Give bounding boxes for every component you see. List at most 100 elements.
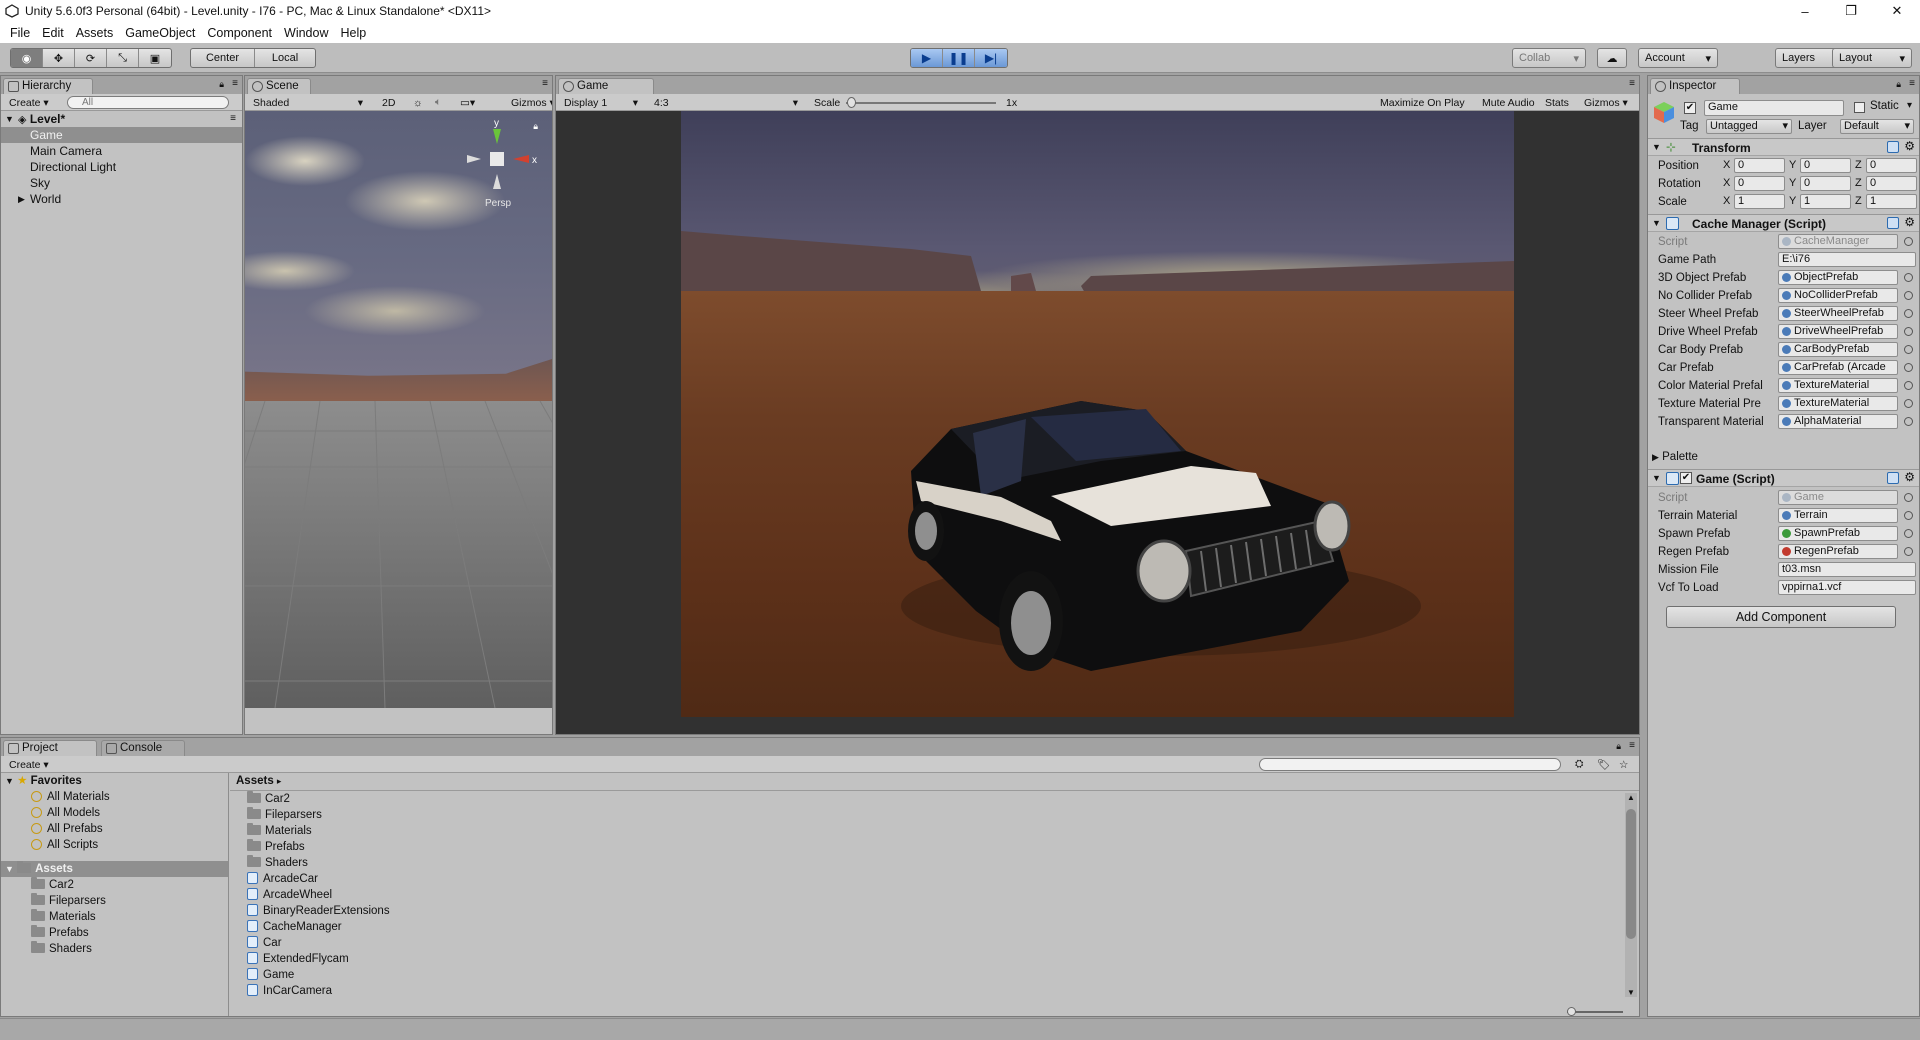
step-button-icon[interactable]: ▶| bbox=[975, 49, 1007, 67]
filter-label-icon[interactable]: 🏷︎ bbox=[1593, 757, 1614, 772]
add-component-button[interactable]: Add Component bbox=[1666, 606, 1896, 628]
fold-arrow-icon[interactable]: ▼ bbox=[1652, 473, 1661, 483]
scale-tool-icon[interactable]: ⤡ bbox=[107, 49, 139, 67]
transform-header[interactable]: ▼ ⊹ Transform ⚙ bbox=[1648, 138, 1919, 156]
palette-foldout[interactable]: ▶ Palette bbox=[1652, 451, 1698, 463]
transform-x-field[interactable]: 0 bbox=[1734, 176, 1785, 191]
tag-dropdown[interactable]: Untagged ▾ bbox=[1706, 119, 1792, 134]
scroll-down-icon[interactable]: ▼ bbox=[1627, 988, 1635, 997]
content-folder-item[interactable]: Materials bbox=[247, 823, 1639, 839]
object-picker-icon[interactable] bbox=[1904, 363, 1913, 372]
game-script-field-value[interactable]: Terrain bbox=[1778, 508, 1898, 523]
hierarchy-item-sky[interactable]: Sky bbox=[1, 175, 242, 191]
cloud-button[interactable]: ☁ bbox=[1597, 48, 1627, 68]
hierarchy-item-main-camera[interactable]: Main Camera bbox=[1, 143, 242, 159]
object-picker-icon[interactable] bbox=[1904, 381, 1913, 390]
game-viewport[interactable] bbox=[556, 111, 1639, 734]
object-picker-icon[interactable] bbox=[1904, 399, 1913, 408]
gear-icon[interactable]: ⚙ bbox=[1904, 470, 1915, 484]
cache-manager-field-value[interactable]: TextureMaterial bbox=[1778, 378, 1898, 393]
hierarchy-create-button[interactable]: Create ▾ bbox=[5, 95, 53, 110]
audio-toggle-icon[interactable]: 🔈︎ bbox=[431, 95, 445, 110]
transform-x-field[interactable]: 0 bbox=[1734, 158, 1785, 173]
game-script-field-value[interactable]: SpawnPrefab bbox=[1778, 526, 1898, 541]
move-tool-icon[interactable]: ✥ bbox=[43, 49, 75, 67]
maximize-on-play-toggle[interactable]: Maximize On Play bbox=[1376, 95, 1469, 110]
expand-arrow-icon[interactable]: ▼ bbox=[5, 776, 14, 786]
lock-icon[interactable]: 🔒︎ bbox=[219, 79, 224, 90]
object-picker-icon[interactable] bbox=[1904, 345, 1913, 354]
cache-manager-field-value[interactable]: E:\i76 bbox=[1778, 252, 1916, 267]
shading-mode-dropdown[interactable]: Shaded ▾ bbox=[249, 95, 367, 110]
play-button-icon[interactable]: ▶ bbox=[911, 49, 943, 67]
rect-tool-icon[interactable]: ▣ bbox=[139, 49, 171, 67]
menu-edit[interactable]: Edit bbox=[36, 26, 70, 40]
vertical-scrollbar[interactable]: ▲ ▼ bbox=[1625, 793, 1637, 997]
close-button[interactable]: ✕ bbox=[1874, 0, 1920, 22]
gear-icon[interactable]: ⚙ bbox=[1904, 215, 1915, 229]
tab-hierarchy[interactable]: Hierarchy bbox=[3, 78, 93, 94]
asset-folder-item[interactable]: Car2 bbox=[1, 877, 228, 893]
pivot-center-button[interactable]: Center bbox=[191, 49, 255, 67]
transform-y-field[interactable]: 0 bbox=[1800, 158, 1851, 173]
game-script-header[interactable]: ▼ ✔ Game (Script) ⚙ bbox=[1648, 469, 1919, 487]
hierarchy-item-world[interactable]: ▶ World bbox=[1, 191, 242, 207]
hierarchy-item-directional-light[interactable]: Directional Light bbox=[1, 159, 242, 175]
scene-root-row[interactable]: ▼ ◈ Level* ≡ bbox=[1, 111, 242, 127]
cache-manager-field-value[interactable]: AlphaMaterial bbox=[1778, 414, 1898, 429]
game-script-field-value[interactable]: t03.msn bbox=[1778, 562, 1916, 577]
expand-arrow-icon[interactable]: ▼ bbox=[5, 111, 14, 127]
object-picker-icon[interactable] bbox=[1904, 273, 1913, 282]
asset-folder-item[interactable]: Prefabs bbox=[1, 925, 228, 941]
menu-assets[interactable]: Assets bbox=[70, 26, 120, 40]
minimize-button[interactable]: – bbox=[1782, 0, 1828, 22]
favorite-item[interactable]: All Prefabs bbox=[1, 821, 228, 837]
tab-project[interactable]: Project bbox=[3, 740, 97, 756]
menu-gameobject[interactable]: GameObject bbox=[119, 26, 201, 40]
breadcrumb-assets[interactable]: Assets bbox=[236, 775, 274, 787]
transform-y-field[interactable]: 0 bbox=[1800, 176, 1851, 191]
hand-tool-icon[interactable]: ◉ bbox=[11, 49, 43, 67]
maximize-button[interactable]: ❐ bbox=[1828, 0, 1874, 22]
panel-menu-icon[interactable]: ≡ bbox=[1629, 740, 1635, 751]
favorite-item[interactable]: All Scripts bbox=[1, 837, 228, 853]
cache-manager-field-value[interactable]: DriveWheelPrefab bbox=[1778, 324, 1898, 339]
object-picker-icon[interactable] bbox=[1904, 511, 1913, 520]
layer-dropdown[interactable]: Default ▾ bbox=[1840, 119, 1914, 134]
object-picker-icon[interactable] bbox=[1904, 327, 1913, 336]
object-picker-icon[interactable] bbox=[1904, 291, 1913, 300]
transform-z-field[interactable]: 1 bbox=[1866, 194, 1917, 209]
assets-root-folder[interactable]: ▼ Assets bbox=[1, 861, 228, 877]
object-picker-icon[interactable] bbox=[1904, 309, 1913, 318]
object-picker-icon[interactable] bbox=[1904, 547, 1913, 556]
content-script-item[interactable]: InCarCamera bbox=[247, 983, 1639, 999]
content-script-item[interactable]: ExtendedFlycam bbox=[247, 951, 1639, 967]
game-script-field-value[interactable]: vppirna1.vcf bbox=[1778, 580, 1916, 595]
object-picker-icon[interactable] bbox=[1904, 529, 1913, 538]
scene-viewport[interactable]: y x 🔒︎ Persp bbox=[245, 111, 552, 708]
menu-file[interactable]: File bbox=[4, 26, 36, 40]
scale-slider[interactable] bbox=[846, 102, 996, 104]
panel-menu-icon[interactable]: ≡ bbox=[232, 78, 238, 89]
scroll-thumb[interactable] bbox=[1626, 809, 1636, 939]
aspect-dropdown[interactable]: 4:3 ▾ bbox=[650, 95, 802, 110]
object-name-field[interactable]: Game bbox=[1704, 100, 1844, 116]
transform-z-field[interactable]: 0 bbox=[1866, 176, 1917, 191]
stats-toggle[interactable]: Stats bbox=[1541, 95, 1573, 110]
pivot-local-button[interactable]: Local bbox=[255, 49, 315, 67]
object-picker-icon[interactable] bbox=[1904, 417, 1913, 426]
lighting-toggle-icon[interactable]: ☼ bbox=[409, 95, 427, 110]
cache-manager-field-value[interactable]: TextureMaterial bbox=[1778, 396, 1898, 411]
help-icon[interactable] bbox=[1887, 141, 1899, 153]
mute-audio-toggle[interactable]: Mute Audio bbox=[1478, 95, 1539, 110]
chevron-down-icon[interactable]: ▾ bbox=[1907, 100, 1912, 111]
panel-menu-icon[interactable]: ≡ bbox=[1909, 78, 1915, 89]
account-dropdown[interactable]: Account ▾ bbox=[1638, 48, 1718, 68]
cache-manager-field-value[interactable]: ObjectPrefab bbox=[1778, 270, 1898, 285]
favorite-item[interactable]: All Materials bbox=[1, 789, 228, 805]
fold-arrow-icon[interactable]: ▶ bbox=[1652, 452, 1659, 462]
content-folder-item[interactable]: Prefabs bbox=[247, 839, 1639, 855]
cache-manager-header[interactable]: ▼ Cache Manager (Script) ⚙ bbox=[1648, 214, 1919, 232]
asset-folder-item[interactable]: Shaders bbox=[1, 941, 228, 957]
content-script-item[interactable]: Game bbox=[247, 967, 1639, 983]
